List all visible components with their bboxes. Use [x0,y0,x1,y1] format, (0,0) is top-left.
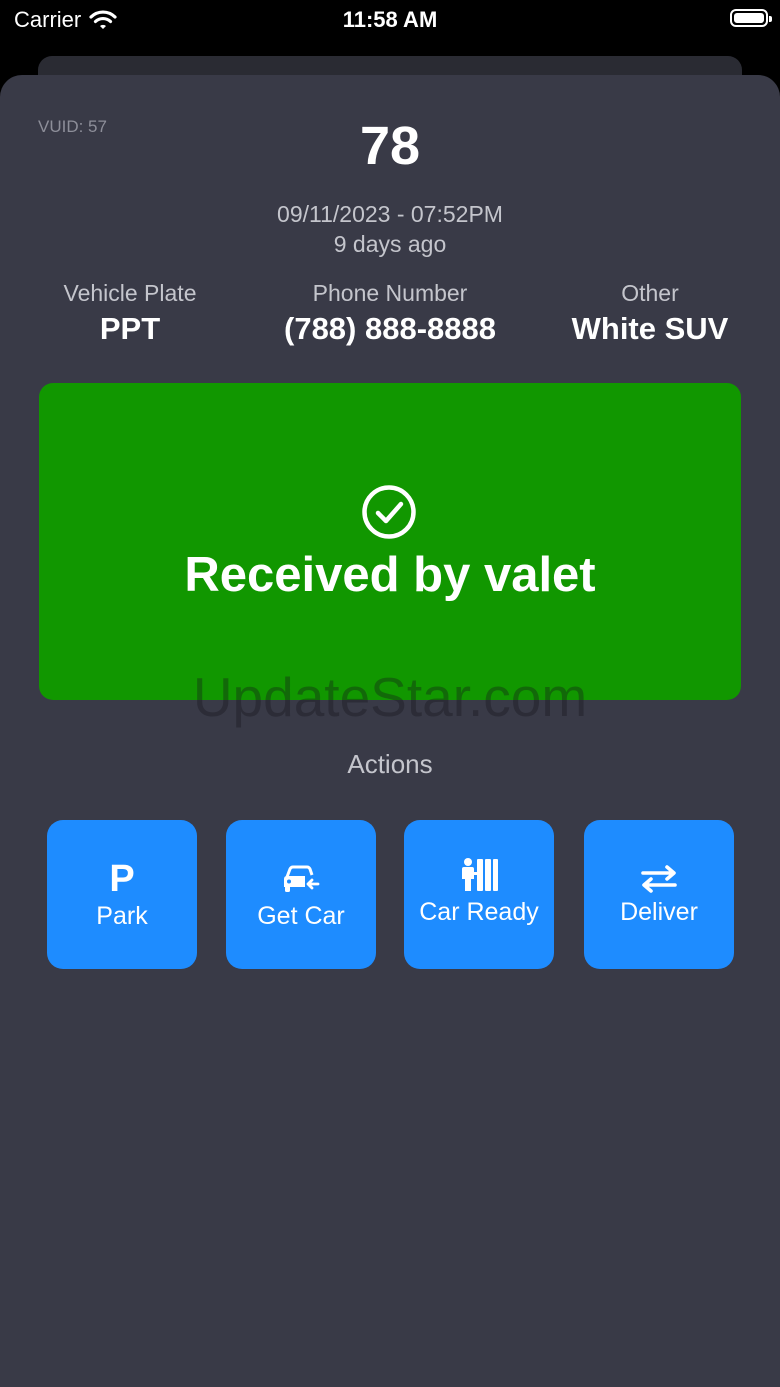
checkmark-circle-icon [362,485,416,539]
park-button-label: Park [96,902,148,930]
ticket-age: 9 days ago [333,231,447,257]
swap-arrows-icon [584,860,734,898]
ticket-detail-sheet: VUID: 57 78 09/11/2023 - 07:52PM 9 days … [0,75,780,1387]
phone-number-value: (788) 888-8888 [284,311,496,346]
car-ready-button[interactable]: Car Ready [404,820,554,969]
valet-person-icon [404,856,554,894]
ticket-datetime: 09/11/2023 - 07:52PM [277,201,503,227]
actions-title: Actions [347,749,433,779]
parking-icon: P [109,858,135,900]
phone-number-info: Phone Number (788) 888-8888 [260,279,520,349]
get-car-button[interactable]: Get Car [226,820,376,969]
deliver-button-label: Deliver [620,898,698,926]
other-label: Other [621,280,679,306]
car-arrow-icon [226,860,376,898]
vehicle-plate-value: PPT [99,311,161,346]
status-card: Received by valet [39,383,741,700]
phone-number-label: Phone Number [312,280,468,306]
battery-level [734,13,764,23]
status-text: Received by valet [184,548,596,602]
park-button[interactable]: P Park [47,820,197,969]
battery-icon [730,9,772,27]
other-value: White SUV [571,311,729,346]
car-ready-button-label: Car Ready [419,898,539,926]
vehicle-plate-info: Vehicle Plate PPT [0,279,260,349]
deliver-button[interactable]: Deliver [584,820,734,969]
ticket-number: 78 [359,116,421,176]
clock: 11:58 AM [342,7,438,32]
vehicle-plate-label: Vehicle Plate [63,280,197,306]
get-car-button-label: Get Car [257,902,345,930]
status-bar: Carrier 11:58 AM [0,0,780,42]
other-info: Other White SUV [520,279,780,349]
